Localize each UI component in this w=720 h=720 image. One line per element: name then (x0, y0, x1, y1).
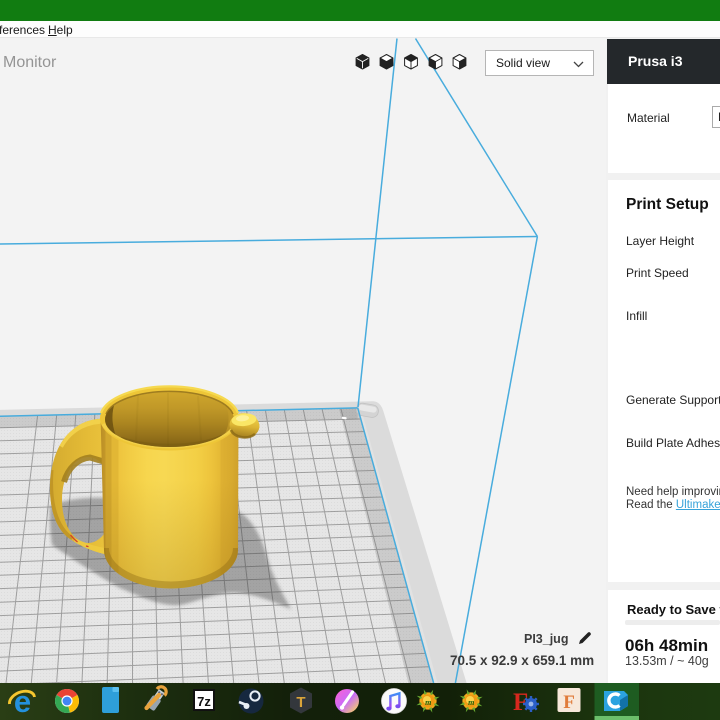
svg-text:e: e (14, 684, 31, 719)
svg-text:F: F (563, 692, 575, 713)
svg-text:m: m (425, 698, 431, 707)
svg-text:7z: 7z (197, 694, 211, 709)
svg-text:T: T (296, 694, 305, 711)
svg-text:m: m (468, 698, 474, 707)
